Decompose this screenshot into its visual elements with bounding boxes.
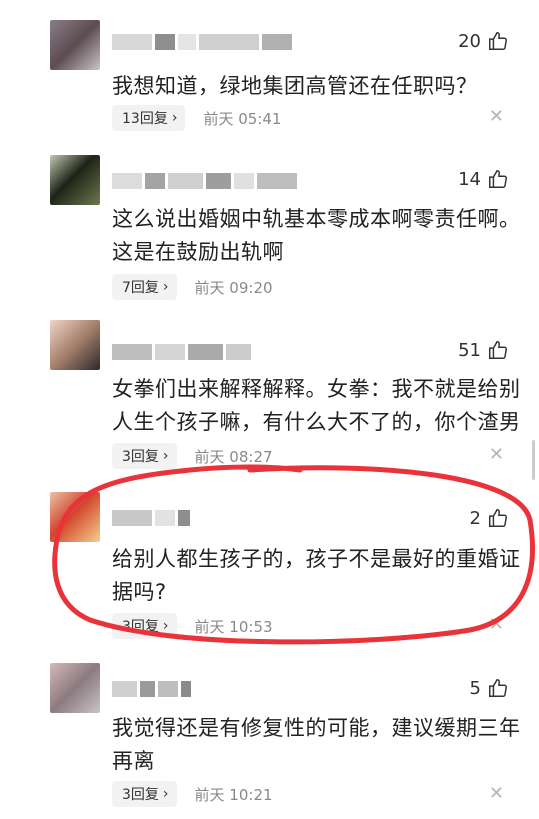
thumbs-up-icon [489,509,507,527]
reply-row: 7回复 › 前天 09:20 [112,274,273,300]
timestamp: 前天 09:20 [194,278,273,297]
thumbs-up-icon [489,170,507,188]
comment-text: 女拳们出来解释解释。女拳：我不就是给别人生个孩子嘛，有什么大不了的，你个渣男 [112,377,521,434]
timestamp: 前天 05:41 [203,109,282,128]
like-button[interactable]: 51 [458,339,509,361]
like-count: 51 [458,339,481,361]
nickname-blurred[interactable] [112,344,251,360]
thumbs-up-icon [489,341,507,359]
reply-row: 3回复 › 前天 08:27 [112,443,273,469]
avatar[interactable] [50,20,100,70]
close-icon[interactable]: ✕ [489,106,504,127]
comment-text: 我觉得还是有修复性的可能，建议缓期三年再离 [112,716,521,773]
reply-count: 3回复 [122,619,159,635]
chevron-right-icon: › [162,786,169,802]
comment-text: 这么说出婚姻中轨基本零成本啊零责任啊。这是在鼓励出轨啊 [112,207,521,264]
comment-text: 我想知道，绿地集团高管还在任职吗？ [112,74,478,98]
nickname-blurred[interactable] [112,681,191,697]
like-button[interactable]: 2 [470,507,509,529]
reply-button[interactable]: 13回复 › [112,105,186,131]
chevron-right-icon: › [171,110,178,126]
reply-row: 3回复 › 前天 10:21 [112,781,273,807]
like-count: 14 [458,168,481,190]
scrollbar[interactable] [532,440,535,480]
like-button[interactable]: 5 [470,677,509,699]
timestamp: 前天 10:21 [194,785,273,804]
avatar[interactable] [50,320,100,370]
avatar[interactable] [50,663,100,713]
comment-text: 给别人都生孩子的，孩子不是最好的重婚证据吗? [112,547,521,604]
timestamp: 前天 10:53 [194,617,273,636]
thumbs-up-icon [489,679,507,697]
chevron-right-icon: › [162,448,169,464]
reply-count: 3回复 [122,449,159,465]
reply-button[interactable]: 3回复 › [112,613,177,639]
reply-row: 13回复 › 前天 05:41 [112,105,281,131]
close-icon[interactable]: ✕ [489,444,504,465]
nickname-blurred[interactable] [112,173,297,189]
reply-button[interactable]: 3回复 › [112,781,177,807]
like-button[interactable]: 20 [458,30,509,52]
reply-count: 3回复 [122,787,159,803]
close-icon[interactable]: ✕ [489,614,504,635]
reply-count: 13回复 [122,111,168,127]
like-count: 5 [469,677,481,699]
chevron-right-icon: › [162,279,169,295]
avatar[interactable] [50,155,100,205]
reply-button[interactable]: 7回复 › [112,274,177,300]
avatar[interactable] [50,492,100,542]
close-icon[interactable]: ✕ [489,783,504,804]
like-count: 2 [469,507,481,529]
reply-button[interactable]: 3回复 › [112,443,177,469]
thumbs-up-icon [489,32,507,50]
chevron-right-icon: › [162,618,169,634]
timestamp: 前天 08:27 [194,447,273,466]
nickname-blurred[interactable] [112,34,292,50]
like-count: 20 [458,30,481,52]
like-button[interactable]: 14 [458,168,509,190]
reply-row: 3回复 › 前天 10:53 [112,613,273,639]
reply-count: 7回复 [122,280,159,296]
nickname-blurred[interactable] [112,510,190,526]
